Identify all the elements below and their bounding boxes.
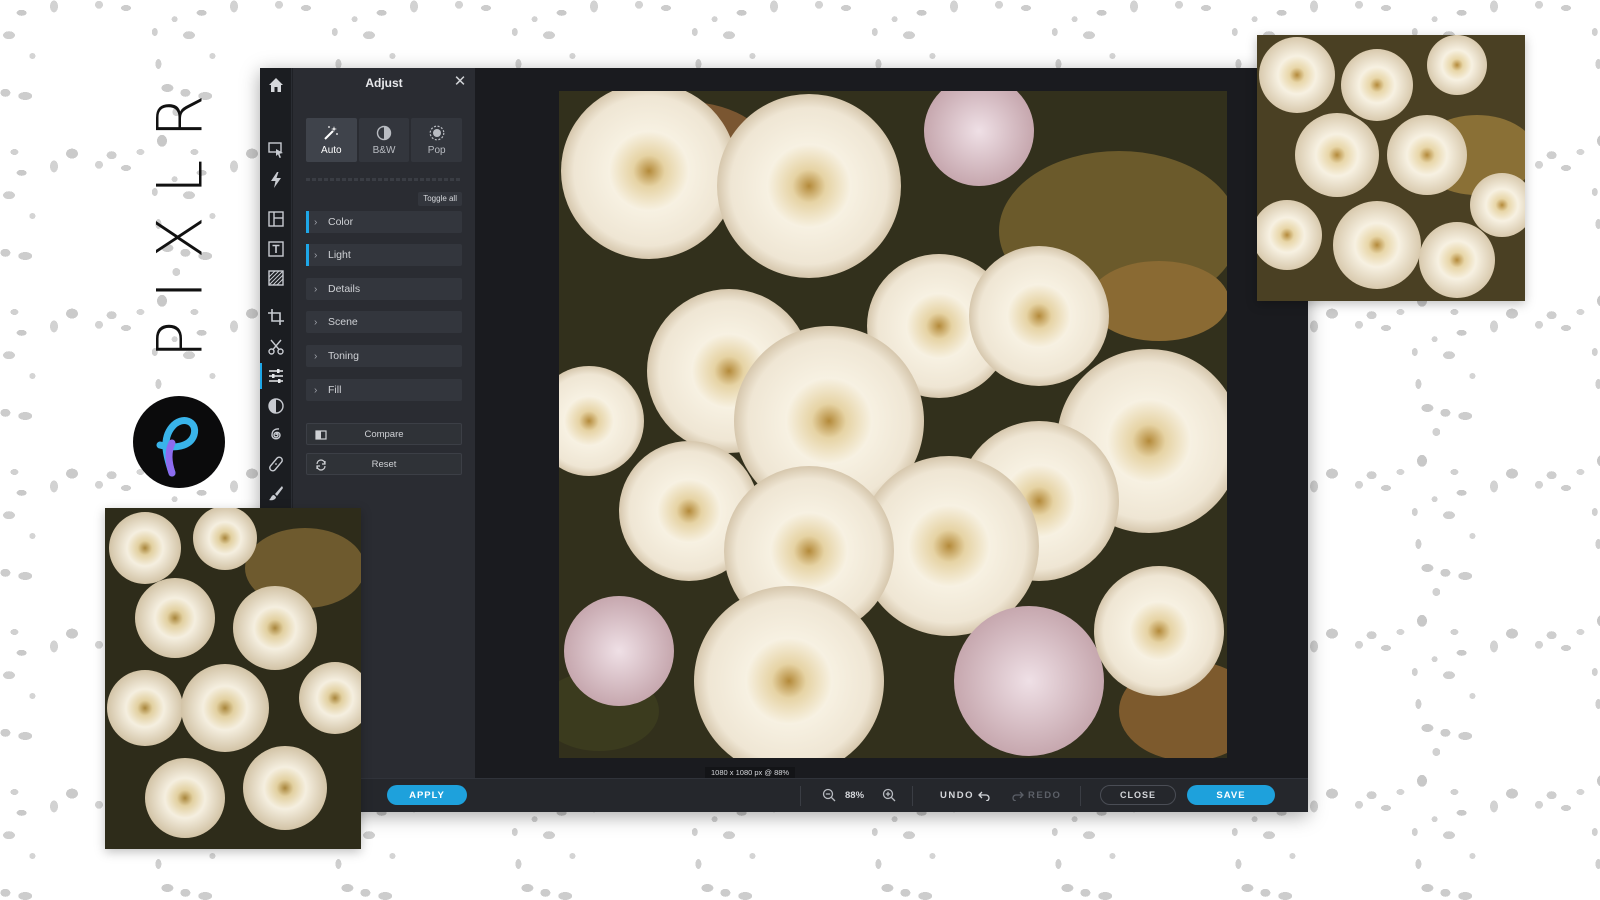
compare-button[interactable]: Compare — [306, 423, 462, 445]
pixlr-wordmark: PIXLR — [143, 72, 217, 358]
chevron-right-icon: › — [314, 350, 318, 362]
editor-window: Adjust ✕ Auto B&W Pop Toggle all › Color… — [260, 68, 1308, 812]
divider — [306, 178, 462, 181]
preset-auto-button[interactable]: Auto — [306, 118, 357, 162]
divider — [800, 786, 801, 806]
pixlr-logo-icon — [133, 396, 225, 488]
bottom-bar: APPLY 88% UNDO REDO CLOSE SAVE — [260, 778, 1308, 812]
save-button[interactable]: SAVE — [1187, 785, 1275, 805]
magic-wand-icon — [324, 125, 339, 140]
reset-button[interactable]: Reset — [306, 453, 462, 475]
preset-group: Auto B&W Pop — [306, 118, 463, 162]
chevron-right-icon: › — [314, 216, 318, 228]
preset-pop-button[interactable]: Pop — [411, 118, 463, 162]
section-details[interactable]: › Details — [306, 278, 462, 300]
section-label: Scene — [328, 316, 358, 328]
preview-photo-top — [1257, 35, 1525, 301]
chevron-right-icon: › — [314, 316, 318, 328]
filter-tool-icon[interactable] — [264, 395, 288, 417]
adjust-sliders-icon[interactable] — [260, 363, 288, 389]
chevron-right-icon: › — [314, 384, 318, 396]
apply-button[interactable]: APPLY — [387, 785, 467, 805]
pixlr-brand: PIXLR — [130, 70, 230, 490]
layers-tool-icon[interactable] — [264, 208, 288, 230]
zoom-out-icon[interactable] — [822, 788, 836, 802]
section-scene[interactable]: › Scene — [306, 311, 462, 333]
close-button[interactable]: CLOSE — [1100, 785, 1176, 805]
divider — [912, 786, 913, 806]
close-icon[interactable]: ✕ — [453, 74, 467, 89]
text-tool-icon[interactable] — [264, 238, 288, 260]
undo-button[interactable]: UNDO — [940, 790, 990, 801]
redo-button[interactable]: REDO — [1012, 790, 1061, 801]
preset-bw-button[interactable]: B&W — [358, 118, 410, 162]
section-label: Toning — [328, 350, 359, 362]
zoom-level: 88% — [845, 790, 865, 801]
preview-photo-bottom — [105, 508, 361, 849]
quick-fix-icon[interactable] — [264, 169, 288, 191]
divider — [1080, 786, 1081, 806]
panel-title: Adjust — [365, 76, 403, 90]
section-label: Details — [328, 283, 361, 295]
sun-icon — [429, 125, 445, 140]
section-color[interactable]: › Color — [306, 211, 462, 233]
section-label: Fill — [328, 384, 342, 396]
pattern-tool-icon[interactable] — [264, 267, 288, 289]
main-photo[interactable] — [559, 91, 1227, 758]
crop-tool-icon[interactable] — [264, 306, 288, 328]
section-label: Color — [328, 216, 354, 228]
reset-icon — [316, 459, 326, 471]
zoom-in-icon[interactable] — [882, 788, 896, 802]
retouch-bandage-icon[interactable] — [264, 453, 288, 475]
undo-icon — [978, 791, 990, 801]
compare-icon — [315, 430, 327, 440]
section-light[interactable]: › Light — [306, 244, 462, 266]
toggle-all-button[interactable]: Toggle all — [418, 192, 462, 206]
redo-icon — [1012, 791, 1024, 801]
home-icon[interactable] — [264, 74, 288, 96]
canvas-workspace: 1080 x 1080 px @ 88% — [475, 68, 1308, 779]
section-fill[interactable]: › Fill — [306, 379, 462, 401]
half-circle-icon — [376, 125, 392, 140]
section-label: Light — [328, 249, 351, 261]
chevron-right-icon: › — [314, 283, 318, 295]
chevron-right-icon: › — [314, 249, 318, 261]
arrange-tool-icon[interactable] — [264, 139, 288, 161]
cutout-scissors-icon[interactable] — [264, 336, 288, 358]
draw-brush-icon[interactable] — [264, 482, 288, 504]
liquify-swirl-icon[interactable] — [264, 424, 288, 446]
section-toning[interactable]: › Toning — [306, 345, 462, 367]
